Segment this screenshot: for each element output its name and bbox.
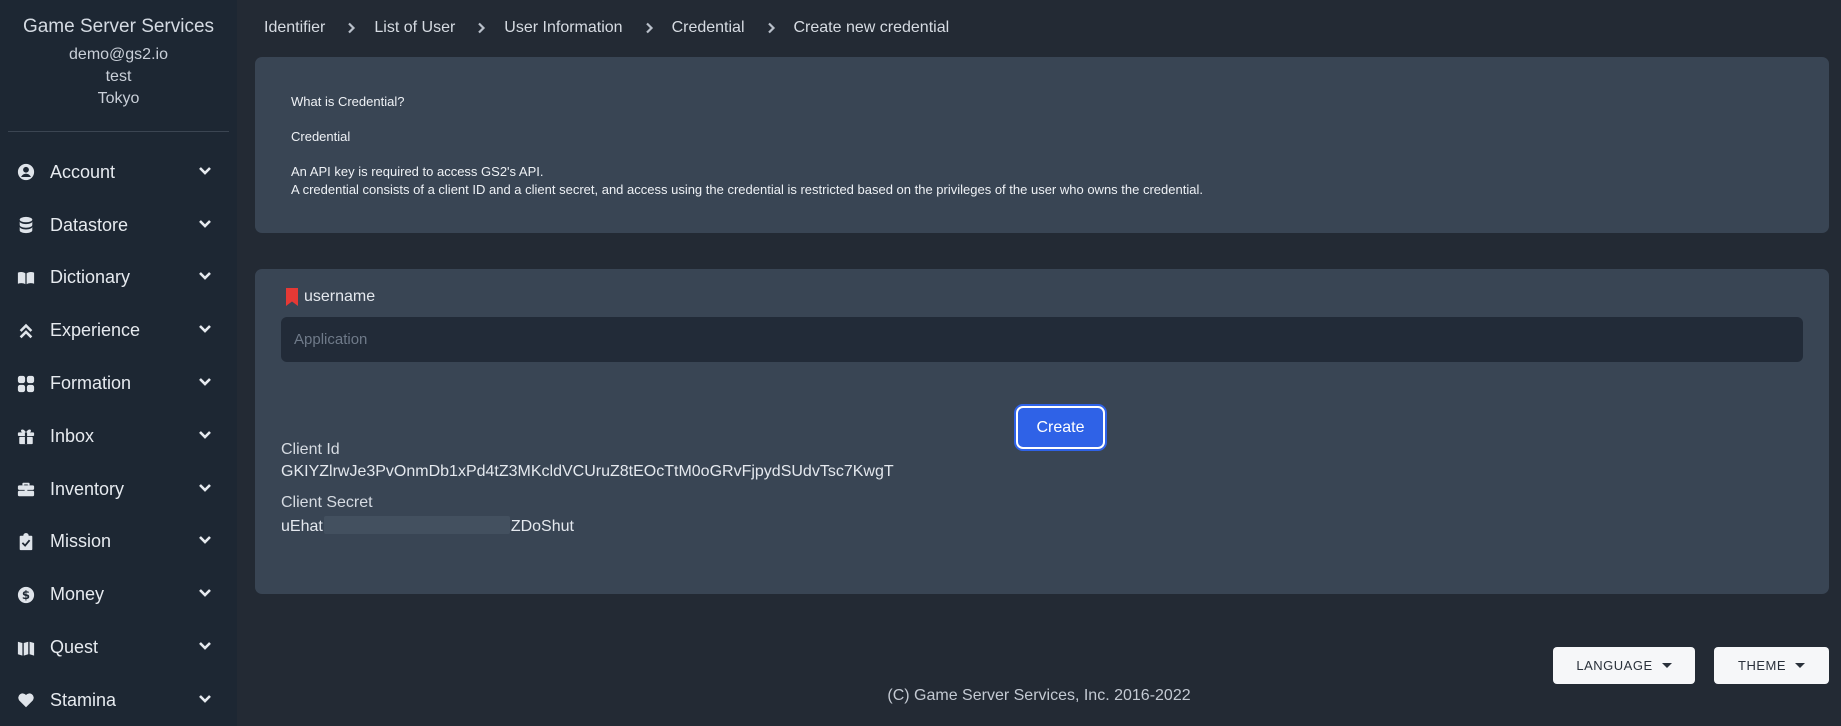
sidebar-item-stamina[interactable]: Stamina — [0, 674, 237, 726]
sidebar-header: Game Server Services demo@gs2.io test To… — [0, 0, 237, 110]
chevron-right-icon — [643, 22, 655, 34]
briefcase-icon — [16, 479, 36, 499]
sidebar-item-label: Account — [50, 161, 116, 182]
sidebar-item-datastore[interactable]: Datastore — [0, 199, 237, 252]
copyright-text: (C) Game Server Services, Inc. 2016-2022 — [887, 687, 1191, 704]
sidebar-divider — [8, 131, 229, 132]
client-secret-prefix: uEhat — [281, 518, 323, 535]
chevron-down-icon — [197, 267, 213, 288]
info-heading: What is Credential? — [291, 94, 405, 109]
dollar-circle-icon: $ — [16, 585, 36, 605]
client-id-value: GKIYZlrwJe3PvOnmDb1xPd4tZ3MKcldVCUruZ8tE… — [281, 463, 894, 480]
sidebar-nav: Account Datastore Dictionary Experience — [0, 146, 237, 726]
sidebar-item-label: Formation — [50, 373, 132, 394]
map-icon — [16, 638, 36, 658]
user-circle-icon — [16, 162, 36, 182]
sidebar-item-label: Experience — [50, 320, 141, 341]
theme-label: THEME — [1738, 658, 1786, 673]
create-button[interactable]: Create — [1016, 406, 1105, 449]
info-text-line-1: An API key is required to access GS2's A… — [291, 164, 544, 179]
sidebar-item-label: Inventory — [50, 478, 125, 499]
chevron-down-icon — [197, 373, 213, 394]
sidebar-item-label: Money — [50, 584, 105, 605]
sidebar-item-label: Stamina — [50, 689, 117, 710]
sidebar-item-account[interactable]: Account — [0, 146, 237, 199]
chevron-right-icon — [475, 22, 487, 34]
sidebar-item-experience[interactable]: Experience — [0, 304, 237, 357]
info-subheading: Credential — [291, 129, 351, 144]
chevron-right-icon — [765, 22, 777, 34]
project-name: test — [105, 68, 132, 85]
sidebar-item-label: Datastore — [50, 214, 129, 235]
book-open-icon — [16, 268, 36, 288]
breadcrumb: Identifier List of User User Information… — [264, 16, 949, 40]
grid-icon — [16, 374, 36, 394]
sidebar-item-inventory[interactable]: Inventory — [0, 463, 237, 516]
app-title: Game Server Services — [22, 16, 215, 37]
username-label-text: username — [304, 288, 376, 305]
chevron-down-icon — [197, 162, 213, 183]
sidebar-item-dictionary[interactable]: Dictionary — [0, 252, 237, 305]
username-input[interactable] — [281, 317, 1803, 362]
username-field-label: username — [285, 288, 375, 306]
client-secret-value: uEhat ZDoShut — [281, 516, 574, 536]
sidebar-item-label: Dictionary — [50, 267, 131, 288]
language-button[interactable]: LANGUAGE — [1553, 647, 1695, 684]
chevron-down-icon — [197, 215, 213, 236]
caret-down-icon — [1795, 663, 1805, 668]
database-icon — [16, 215, 36, 235]
breadcrumb-current-page: Create new credential — [793, 19, 950, 36]
language-label: LANGUAGE — [1576, 658, 1653, 673]
chevron-down-icon — [197, 320, 213, 341]
sidebar-item-formation[interactable]: Formation — [0, 357, 237, 410]
caret-down-icon — [1661, 663, 1672, 668]
theme-button[interactable]: THEME — [1714, 647, 1829, 684]
breadcrumb-user-information[interactable]: User Information — [504, 19, 622, 37]
app-root: Game Server Services demo@gs2.io test To… — [0, 0, 1841, 726]
chevron-right-icon — [345, 22, 357, 34]
client-secret-suffix: ZDoShut — [510, 518, 574, 535]
bookmark-icon — [286, 288, 298, 306]
main-content: Identifier List of User User Information… — [237, 0, 1841, 726]
client-id-label: Client Id — [281, 441, 340, 458]
sidebar-item-quest[interactable]: Quest — [0, 621, 237, 674]
region-name: Tokyo — [97, 90, 140, 107]
breadcrumb-credential[interactable]: Credential — [672, 19, 745, 37]
sidebar-item-label: Quest — [50, 637, 99, 658]
info-card: What is Credential? Credential An API ke… — [255, 57, 1829, 233]
sidebar-item-inbox[interactable]: Inbox — [0, 410, 237, 463]
heart-icon — [16, 690, 36, 710]
info-text-line-2: A credential consists of a client ID and… — [291, 182, 1203, 197]
chevron-down-icon — [197, 637, 213, 658]
chevron-down-icon — [197, 426, 213, 447]
clipboard-check-icon — [16, 532, 36, 552]
sidebar-item-label: Inbox — [50, 425, 95, 446]
user-email: demo@gs2.io — [69, 46, 168, 63]
chevron-down-icon — [197, 584, 213, 605]
sidebar-item-label: Mission — [50, 531, 112, 552]
secret-redaction-mask — [323, 516, 510, 534]
gift-icon — [16, 426, 36, 446]
chevrons-up-icon — [16, 321, 36, 341]
chevron-down-icon — [197, 690, 213, 711]
client-secret-label: Client Secret — [281, 494, 373, 511]
chevron-down-icon — [197, 531, 213, 552]
svg-text:$: $ — [22, 588, 30, 602]
chevron-down-icon — [197, 479, 213, 500]
sidebar-item-money[interactable]: $ Money — [0, 568, 237, 621]
sidebar-item-mission[interactable]: Mission — [0, 516, 237, 569]
credential-form-card: username Create Client Id GKIYZlrwJe3PvO… — [255, 269, 1829, 594]
breadcrumb-identifier[interactable]: Identifier — [264, 19, 325, 37]
sidebar: Game Server Services demo@gs2.io test To… — [0, 0, 237, 726]
breadcrumb-list-of-user[interactable]: List of User — [374, 19, 455, 37]
